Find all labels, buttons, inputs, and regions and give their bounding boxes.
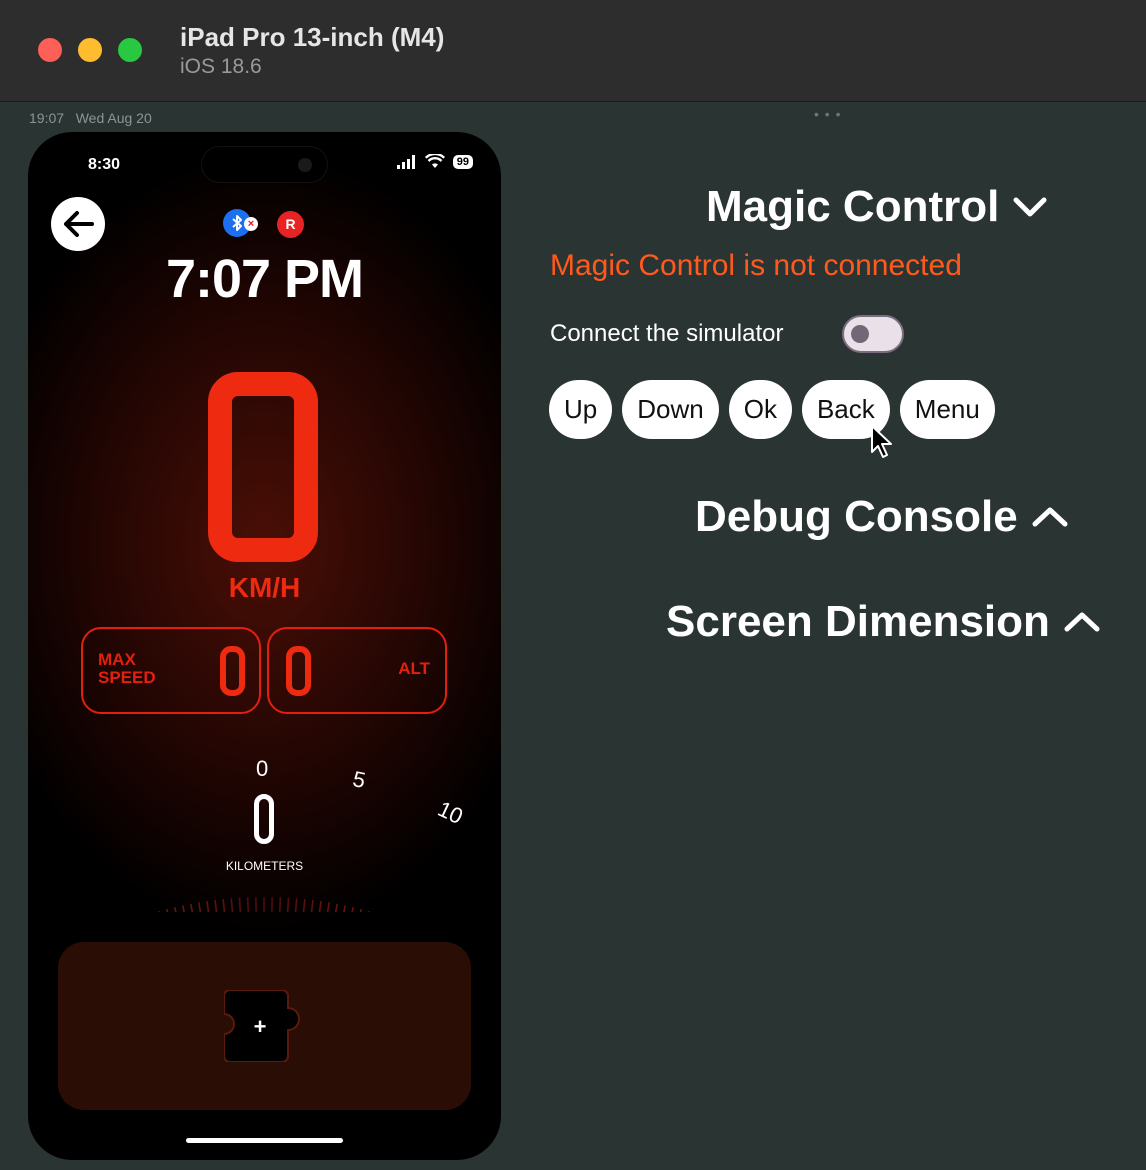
gauge-tick — [334, 903, 339, 912]
home-indicator[interactable] — [186, 1138, 343, 1143]
dynamic-island — [201, 146, 328, 183]
ipad-time: 19:07 — [29, 110, 65, 126]
wifi-icon — [424, 154, 445, 168]
record-badge[interactable]: R — [277, 211, 304, 238]
distance-label: KILOMETERS — [225, 859, 304, 873]
connection-warning: Magic Control is not connected — [550, 249, 962, 282]
window-titlebar: iPad Pro 13-inch (M4) iOS 18.6 — [0, 0, 1146, 102]
screen-dimension-header[interactable]: Screen Dimension — [666, 597, 1100, 647]
signal-icon — [396, 154, 415, 169]
max-speed-label-line1: MAX — [98, 650, 136, 669]
speed-readout — [208, 372, 318, 562]
phone-simulator: 8:30 99 × R 7:07 PM KM/H MAX SPEED ALT 0… — [28, 132, 501, 1160]
gauge-tick — [286, 897, 290, 912]
speed-unit: KM/H — [228, 572, 301, 603]
dial-number-0: 0 — [256, 756, 269, 781]
gauge-tick — [343, 905, 347, 912]
camera-icon — [298, 158, 312, 172]
debug-console-title: Debug Console — [695, 492, 1018, 541]
gauge-tick — [198, 902, 202, 912]
gauge-tick — [368, 911, 370, 912]
ipad-screen: 19:07 Wed Aug 20 • • • 8:30 99 × R 7:07 … — [0, 102, 1146, 1170]
debug-console-header[interactable]: Debug Console — [695, 492, 1068, 542]
altitude-readout — [286, 646, 311, 696]
connect-simulator-toggle[interactable] — [842, 315, 904, 353]
gauge-tick — [326, 902, 330, 912]
magic-control-header[interactable]: Magic Control — [706, 182, 1047, 232]
mouse-pointer-icon — [871, 425, 892, 458]
gauge-tick — [214, 899, 218, 912]
close-window-button[interactable] — [38, 38, 62, 62]
down-button[interactable]: Down — [622, 380, 719, 439]
gauge-tick — [246, 897, 250, 912]
gauge-tick — [318, 901, 322, 912]
gauge-tick — [189, 903, 194, 912]
phone-status-icons: 99 — [396, 154, 473, 169]
multitasking-dots-icon[interactable]: • • • — [814, 106, 841, 122]
gauge-tick — [165, 908, 169, 912]
max-speed-label-line2: SPEED — [98, 668, 156, 687]
window-title: iPad Pro 13-inch (M4) — [180, 22, 445, 52]
gauge-tick — [222, 899, 226, 912]
ok-button[interactable]: Ok — [728, 380, 792, 439]
chevron-up-icon — [1064, 612, 1100, 632]
battery-icon: 99 — [452, 154, 473, 169]
gauge-tick — [238, 897, 242, 912]
chevron-up-icon — [1032, 507, 1068, 527]
minimize-window-button[interactable] — [78, 38, 102, 62]
up-button[interactable]: Up — [549, 380, 613, 439]
gauge-tick — [359, 908, 363, 912]
ipad-status-bar: 19:07 Wed Aug 20 — [29, 110, 152, 126]
zoom-window-button[interactable] — [118, 38, 142, 62]
connect-simulator-label: Connect the simulator — [550, 320, 784, 347]
gauge-tick — [230, 898, 234, 912]
gauge-tick — [310, 899, 314, 912]
arrow-left-icon — [64, 211, 94, 237]
altitude-label: ALT — [398, 659, 430, 678]
gauge-tick — [181, 905, 185, 912]
control-button-row: Up Down Ok Back Menu — [549, 380, 995, 439]
plus-icon: + — [254, 1014, 267, 1039]
window-subtitle: iOS 18.6 — [180, 55, 262, 78]
x-icon: × — [244, 217, 258, 231]
gauge-tick — [294, 898, 298, 912]
gauge-tick — [206, 901, 210, 912]
altitude-box: ALT — [267, 627, 447, 714]
gauge-tick — [173, 907, 177, 912]
phone-status-time: 8:30 — [88, 156, 121, 173]
widget-placeholder[interactable]: + — [58, 942, 471, 1110]
puzzle-add-icon[interactable]: + — [224, 990, 304, 1062]
magic-control-title: Magic Control — [706, 182, 1000, 231]
toggle-knob — [851, 325, 869, 343]
gauge-tick — [158, 911, 160, 912]
gauge-tick — [278, 897, 282, 912]
ipad-date: Wed Aug 20 — [75, 110, 152, 126]
back-arrow-button[interactable] — [51, 197, 105, 251]
menu-button[interactable]: Menu — [899, 380, 995, 439]
max-speed-box: MAX SPEED — [81, 627, 261, 714]
distance-readout — [254, 794, 274, 844]
gauge-tick — [351, 907, 355, 912]
gauge-tick — [302, 899, 306, 912]
screen-dimension-title: Screen Dimension — [666, 597, 1050, 646]
max-speed-label: MAX SPEED — [98, 651, 156, 687]
chevron-down-icon — [1013, 197, 1047, 217]
bluetooth-icon — [232, 215, 242, 231]
clock-display: 7:07 PM — [165, 249, 364, 309]
bluetooth-disconnected-icon[interactable]: × — [223, 209, 258, 237]
max-speed-readout — [220, 646, 245, 696]
